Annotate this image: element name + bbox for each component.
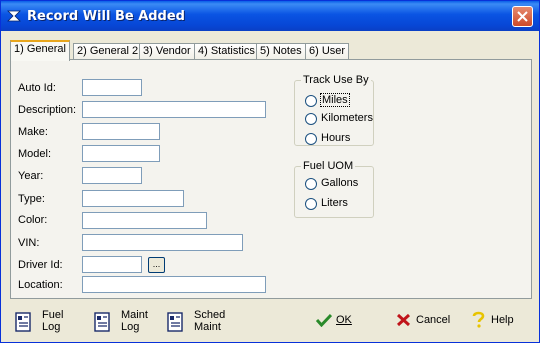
track-use-by-title: Track Use By bbox=[301, 74, 371, 86]
radio-hours-label: Hours bbox=[321, 132, 351, 144]
make-field[interactable] bbox=[82, 123, 160, 140]
description-label: Description: bbox=[18, 104, 77, 116]
help-icon bbox=[472, 311, 485, 328]
color-field[interactable] bbox=[82, 212, 207, 229]
ok-label: OK bbox=[336, 314, 352, 326]
document-icon bbox=[94, 312, 110, 332]
year-label: Year: bbox=[18, 170, 44, 182]
year-field[interactable] bbox=[82, 167, 142, 184]
help-label: Help bbox=[491, 314, 514, 326]
driver-id-field[interactable] bbox=[82, 256, 142, 273]
fuel-log-line2: Log bbox=[42, 321, 61, 333]
cancel-x-icon bbox=[396, 313, 411, 327]
driver-id-lookup-button[interactable]: ... bbox=[148, 257, 165, 273]
cancel-label: Cancel bbox=[416, 314, 451, 326]
general-tab-panel: Auto Id: Description: Make: Model: Year:… bbox=[10, 59, 532, 299]
maint-log-line2: Log bbox=[121, 321, 140, 333]
tab-statistics[interactable]: 4) Statistics bbox=[194, 43, 259, 60]
tab-general-2[interactable]: 2) General 2 bbox=[73, 43, 143, 60]
help-button[interactable]: Help bbox=[471, 311, 521, 331]
fuel-uom-group: Fuel UOM Gallons Liters bbox=[294, 160, 374, 218]
sched-maint-line2: Maint bbox=[194, 321, 221, 333]
radio-circle bbox=[305, 133, 317, 145]
tab-general[interactable]: 1) General bbox=[10, 40, 70, 61]
model-field[interactable] bbox=[82, 145, 160, 162]
fuel-log-button[interactable]: Fuel Log bbox=[14, 309, 74, 339]
radio-liters-label: Liters bbox=[321, 197, 348, 209]
radio-circle bbox=[305, 113, 317, 125]
ok-button[interactable]: OK bbox=[316, 311, 366, 331]
close-icon bbox=[517, 11, 528, 22]
radio-circle bbox=[305, 178, 317, 190]
document-icon bbox=[167, 312, 183, 332]
cancel-button[interactable]: Cancel bbox=[396, 311, 456, 331]
model-label: Model: bbox=[18, 148, 52, 160]
fuel-log-line1: Fuel bbox=[42, 309, 64, 321]
vin-label: VIN: bbox=[18, 237, 40, 249]
fuel-uom-title: Fuel UOM bbox=[301, 160, 356, 172]
tab-user[interactable]: 6) User bbox=[305, 43, 350, 60]
sched-maint-button[interactable]: Sched Maint bbox=[166, 309, 236, 339]
vin-field[interactable] bbox=[82, 234, 243, 251]
description-field[interactable] bbox=[82, 101, 266, 118]
document-icon bbox=[15, 312, 31, 332]
driver-id-label: Driver Id: bbox=[18, 259, 63, 271]
tab-notes[interactable]: 5) Notes bbox=[256, 43, 306, 60]
close-button[interactable] bbox=[512, 6, 533, 27]
radio-circle bbox=[305, 95, 317, 107]
make-label: Make: bbox=[18, 126, 48, 138]
tab-vendor[interactable]: 3) Vendor bbox=[139, 43, 195, 60]
window-title: Record Will Be Added bbox=[27, 9, 185, 24]
app-icon bbox=[7, 10, 21, 22]
color-label: Color: bbox=[18, 214, 48, 226]
location-field[interactable] bbox=[82, 276, 266, 293]
radio-gallons-label: Gallons bbox=[321, 177, 359, 189]
checkmark-icon bbox=[316, 313, 332, 327]
maint-log-line1: Maint bbox=[121, 309, 148, 321]
auto-id-label: Auto Id: bbox=[18, 82, 56, 94]
sched-maint-line1: Sched bbox=[194, 309, 226, 321]
radio-kilometers-label: Kilometers bbox=[321, 112, 373, 124]
location-label: Location: bbox=[18, 279, 63, 291]
auto-id-field[interactable] bbox=[82, 79, 142, 96]
type-field[interactable] bbox=[82, 190, 184, 207]
type-label: Type: bbox=[18, 193, 45, 205]
dialog-window: Record Will Be Added 1) General 2) Gener… bbox=[0, 0, 540, 343]
title-bar[interactable]: Record Will Be Added bbox=[1, 1, 539, 31]
radio-miles-label: Miles bbox=[320, 93, 350, 107]
radio-circle bbox=[305, 198, 317, 210]
maint-log-button[interactable]: Maint Log bbox=[93, 309, 153, 339]
track-use-by-group: Track Use By Miles Kilometers Hours bbox=[294, 74, 374, 146]
